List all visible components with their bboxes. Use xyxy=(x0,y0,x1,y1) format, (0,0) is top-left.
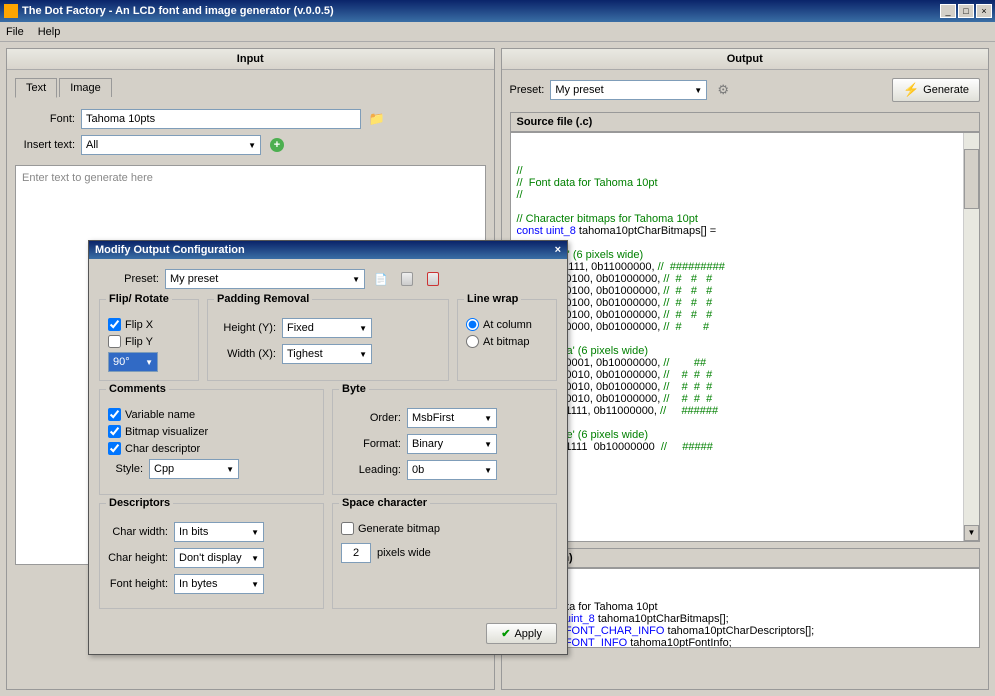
preset-select[interactable]: My preset▼ xyxy=(550,80,707,100)
byte-order-select[interactable]: MsbFirst▼ xyxy=(407,408,497,428)
output-header: Output xyxy=(502,49,989,70)
tab-text[interactable]: Text xyxy=(15,78,57,98)
maximize-button[interactable]: □ xyxy=(958,4,974,18)
byte-format-select[interactable]: Binary▼ xyxy=(407,434,497,454)
dialog-preset-select[interactable]: My preset▼ xyxy=(165,269,365,289)
app-icon xyxy=(4,4,18,18)
font-height-select[interactable]: In bytes▼ xyxy=(174,574,264,594)
char-descriptor-checkbox[interactable] xyxy=(108,442,121,455)
linewrap-legend: Line wrap xyxy=(464,293,521,305)
check-icon: ✔ xyxy=(501,627,510,640)
title-bar: The Dot Factory - An LCD font and image … xyxy=(0,0,995,22)
close-button[interactable]: × xyxy=(976,4,992,18)
font-label: Font: xyxy=(15,113,75,125)
header-file-header: der file (.h) xyxy=(510,548,981,568)
char-width-select[interactable]: In bits▼ xyxy=(174,522,264,542)
dialog-preset-label: Preset: xyxy=(99,273,159,285)
source-code-box[interactable]: // // Font data for Tahoma 10pt // // Ch… xyxy=(510,132,981,542)
font-input[interactable] xyxy=(81,109,361,129)
preset-label: Preset: xyxy=(510,84,545,96)
generate-bitmap-checkbox[interactable] xyxy=(341,522,354,535)
flip-y-checkbox[interactable] xyxy=(108,335,121,348)
input-header: Input xyxy=(7,49,494,70)
minimize-button[interactable]: _ xyxy=(940,4,956,18)
output-panel: Output Preset: My preset▼ ⚙ ⚡ Generate S… xyxy=(501,48,990,690)
space-legend: Space character xyxy=(339,497,430,509)
header-code-box[interactable]: Font data for Tahoma 10pt ern const uint… xyxy=(510,568,981,648)
flip-rotate-legend: Flip/ Rotate xyxy=(106,293,172,305)
dialog-title: Modify Output Configuration xyxy=(95,244,245,256)
bolt-icon: ⚡ xyxy=(903,82,919,98)
apply-button[interactable]: ✔ Apply xyxy=(486,623,557,644)
menu-file[interactable]: File xyxy=(6,26,24,38)
source-file-header: Source file (.c) xyxy=(510,112,981,132)
at-bitmap-radio[interactable] xyxy=(466,335,479,348)
menu-help[interactable]: Help xyxy=(38,26,61,38)
comments-legend: Comments xyxy=(106,383,169,395)
comment-style-select[interactable]: Cpp▼ xyxy=(149,459,239,479)
pixels-wide-input[interactable] xyxy=(341,543,371,563)
add-icon[interactable]: + xyxy=(267,135,287,155)
preset-new-icon[interactable]: 📄 xyxy=(371,269,391,289)
at-column-radio[interactable] xyxy=(466,318,479,331)
padding-height-select[interactable]: Fixed▼ xyxy=(282,318,372,338)
byte-legend: Byte xyxy=(339,383,369,395)
variable-name-checkbox[interactable] xyxy=(108,408,121,421)
folder-icon[interactable]: 📁 xyxy=(367,109,387,129)
bitmap-visualizer-checkbox[interactable] xyxy=(108,425,121,438)
gear-icon[interactable]: ⚙ xyxy=(713,80,733,100)
flip-x-checkbox[interactable] xyxy=(108,318,121,331)
scrollbar[interactable]: ▲ ▼ xyxy=(963,133,979,541)
window-title: The Dot Factory - An LCD font and image … xyxy=(22,5,940,17)
insert-text-select[interactable]: All▼ xyxy=(81,135,261,155)
rotate-angle-select[interactable]: 90°▼ xyxy=(108,352,158,372)
insert-text-label: Insert text: xyxy=(15,139,75,151)
char-height-select[interactable]: Don't display▼ xyxy=(174,548,264,568)
padding-width-select[interactable]: Tighest▼ xyxy=(282,344,372,364)
padding-legend: Padding Removal xyxy=(214,293,312,305)
byte-leading-select[interactable]: 0b▼ xyxy=(407,460,497,480)
preset-delete-icon[interactable] xyxy=(423,269,443,289)
modify-output-dialog: Modify Output Configuration × Preset: My… xyxy=(88,240,568,655)
dialog-close-icon[interactable]: × xyxy=(555,244,561,256)
tab-image[interactable]: Image xyxy=(59,78,112,97)
preset-save-icon[interactable] xyxy=(397,269,417,289)
menu-bar: File Help xyxy=(0,22,995,42)
descriptors-legend: Descriptors xyxy=(106,497,173,509)
generate-button[interactable]: ⚡ Generate xyxy=(892,78,980,102)
